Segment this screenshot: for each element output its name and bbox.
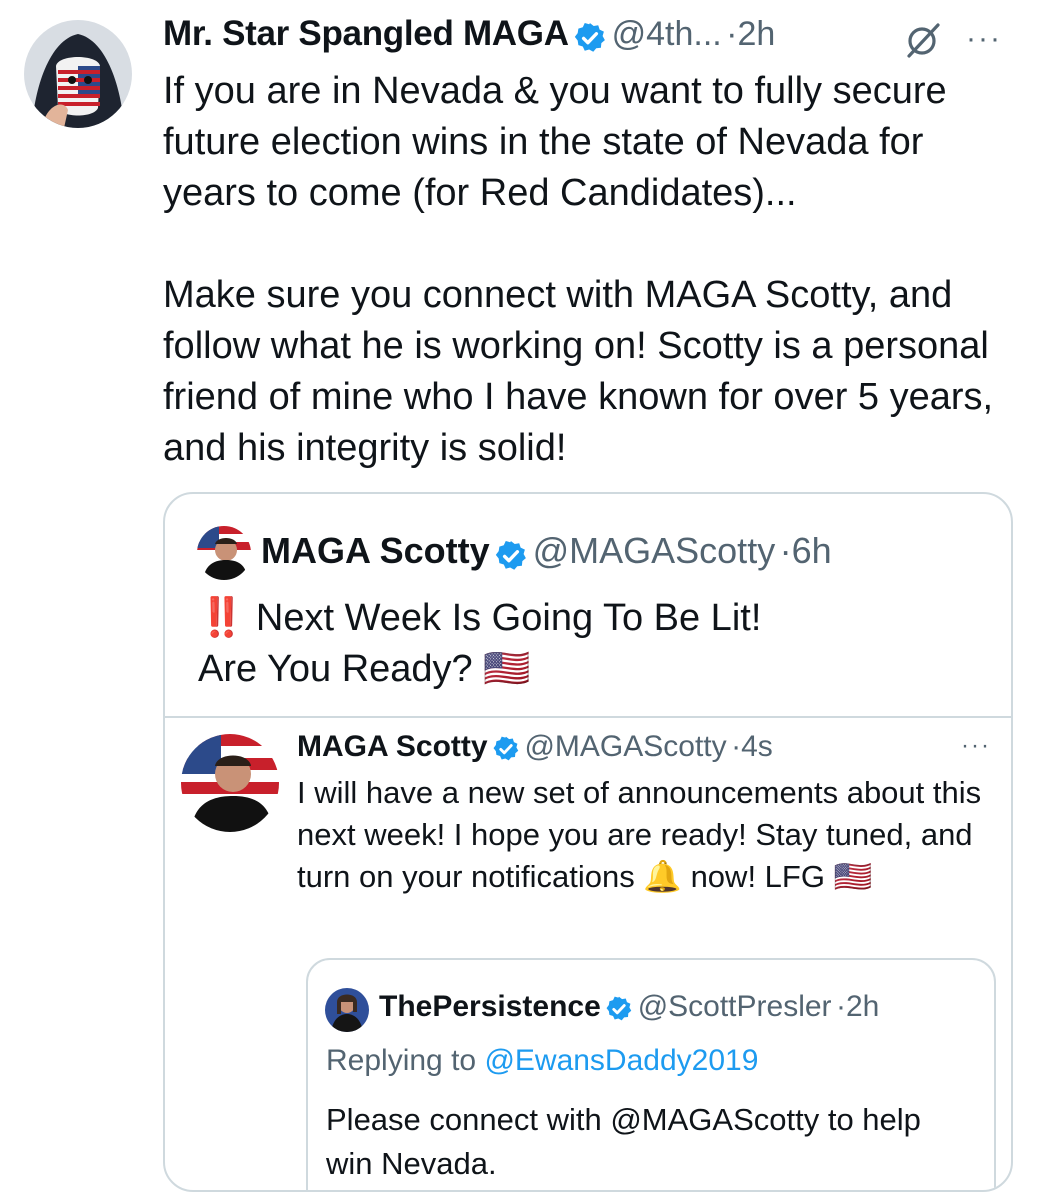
author-name[interactable]: MAGA Scotty — [297, 730, 488, 763]
author-name[interactable]: ThePersistence — [379, 990, 601, 1023]
grok-icon[interactable] — [903, 20, 943, 65]
avatar[interactable] — [24, 20, 132, 128]
tweet-time[interactable]: ·6h — [780, 530, 832, 571]
verified-badge-icon — [605, 995, 633, 1028]
tweet-time[interactable]: ·2h — [836, 990, 879, 1023]
replying-to: Replying to @EwansDaddy2019 — [326, 1044, 758, 1078]
more-icon[interactable]: ··· — [961, 732, 991, 760]
tweet-header: MAGA Scotty @MAGAScotty ·6h — [261, 530, 832, 578]
tweet-header: MAGA Scotty @MAGAScotty ·4s — [297, 730, 773, 768]
author-name[interactable]: Mr. Star Spangled MAGA — [163, 14, 569, 53]
more-icon[interactable]: ··· — [966, 22, 1002, 56]
divider — [165, 716, 1011, 718]
tweet-text: I will have a new set of announcements a… — [297, 775, 990, 894]
tweet-time[interactable]: ·2h — [726, 15, 775, 53]
tweet-header: ThePersistence @ScottPresler ·2h — [379, 990, 879, 1028]
tweet-header: Mr. Star Spangled MAGA @4th... ·2h — [163, 14, 1023, 62]
author-handle[interactable]: @4th... — [612, 15, 722, 53]
tweet-text: ‼️ Next Week Is Going To Be Lit! Are You… — [198, 597, 762, 690]
tweet-text: If you are in Nevada & you want to fully… — [163, 70, 994, 469]
verified-badge-icon — [573, 21, 607, 60]
avatar[interactable] — [197, 526, 251, 580]
avatar[interactable] — [181, 734, 279, 832]
author-handle[interactable]: @ScottPresler — [638, 990, 832, 1023]
tweet-text: Please connect with @MAGAScotty to help … — [326, 1102, 930, 1181]
verified-badge-icon — [492, 735, 520, 768]
replying-to-mention[interactable]: @EwansDaddy2019 — [484, 1044, 758, 1077]
author-handle[interactable]: @MAGAScotty — [533, 530, 776, 571]
author-name[interactable]: MAGA Scotty — [261, 530, 490, 571]
replying-to-label: Replying to — [326, 1044, 485, 1077]
author-handle[interactable]: @MAGAScotty — [524, 730, 726, 763]
quoted-tweet-card[interactable]: MAGA Scotty @MAGAScotty ·6h ‼️ Next Week… — [163, 492, 1013, 1192]
avatar[interactable] — [325, 988, 369, 1032]
tweet-time[interactable]: ·4s — [731, 730, 773, 763]
nested-quote-card[interactable]: ThePersistence @ScottPresler ·2h Replyin… — [306, 958, 996, 1190]
verified-badge-icon — [494, 539, 528, 578]
